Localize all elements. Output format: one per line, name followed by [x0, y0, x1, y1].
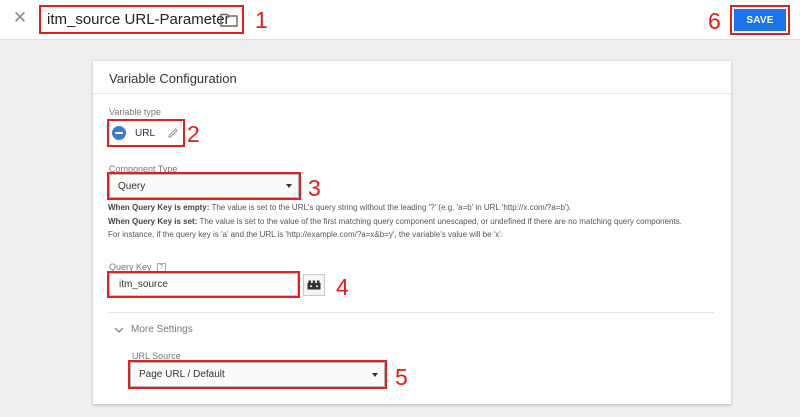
annotation-4: 4	[336, 274, 349, 300]
url-source-value: Page URL / Default	[139, 369, 225, 380]
variable-name-text[interactable]: itm_source URL-Parameter	[47, 11, 230, 28]
dropdown-caret-icon	[372, 372, 378, 377]
save-button[interactable]: SAVE	[734, 9, 786, 31]
query-key-highlight	[107, 271, 300, 298]
annotation-5: 5	[395, 364, 408, 390]
variable-name-field[interactable]: itm_source URL-Parameter	[39, 5, 244, 34]
close-icon[interactable]: ✕	[11, 8, 29, 28]
variable-type-label: Variable type	[109, 107, 161, 117]
folder-icon[interactable]	[220, 13, 238, 27]
url-source-select[interactable]: Page URL / Default	[130, 362, 385, 387]
variable-type-value: URL	[135, 127, 156, 139]
component-type-select[interactable]: Query	[109, 174, 299, 198]
help-line-empty: When Query Key is empty: The value is se…	[108, 203, 572, 212]
annotation-1: 1	[255, 7, 268, 33]
variable-picker-button[interactable]	[303, 274, 325, 296]
url-source-highlight: Page URL / Default	[128, 360, 387, 389]
divider	[108, 312, 714, 313]
pencil-icon[interactable]	[167, 127, 179, 139]
more-settings-toggle[interactable]: More Settings	[114, 324, 193, 335]
component-type-highlight: Query	[107, 172, 301, 200]
save-highlight: SAVE	[730, 5, 790, 35]
annotation-2: 2	[187, 121, 200, 147]
chevron-down-icon	[114, 327, 124, 333]
query-key-input[interactable]	[109, 273, 298, 296]
dropdown-caret-icon	[286, 184, 292, 188]
annotation-3: 3	[308, 175, 321, 201]
component-type-help: When Query Key is empty: The value is se…	[108, 201, 718, 242]
top-bar: ✕ itm_source URL-Parameter 1 6 SAVE	[0, 0, 800, 40]
more-settings-label: More Settings	[131, 324, 193, 335]
url-variable-icon	[112, 126, 126, 140]
variable-type-selector[interactable]: URL	[107, 119, 185, 147]
variable-picker-icon	[307, 280, 321, 290]
component-type-value: Query	[118, 180, 146, 192]
help-line-example: For instance, if the query key is 'a' an…	[108, 230, 504, 239]
help-line-set: When Query Key is set: The value is set …	[108, 216, 682, 226]
card-title: Variable Configuration	[93, 61, 731, 94]
annotation-6: 6	[708, 8, 721, 34]
